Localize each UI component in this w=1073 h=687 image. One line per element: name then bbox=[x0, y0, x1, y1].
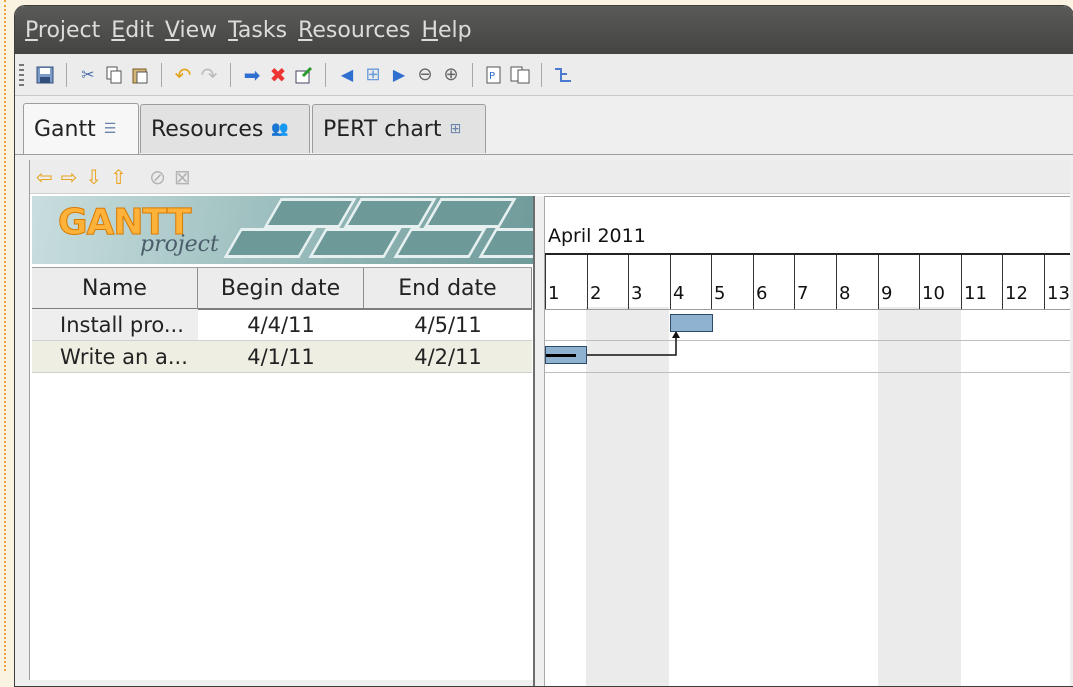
menu-view[interactable]: View bbox=[165, 18, 217, 43]
menu-help[interactable]: Help bbox=[421, 18, 471, 43]
task-end-cell[interactable]: 4/5/11 bbox=[364, 309, 532, 340]
pert-icon: ⊞ bbox=[449, 121, 462, 137]
logo-hex bbox=[343, 198, 437, 228]
copy-icon[interactable] bbox=[103, 64, 125, 86]
paste-icon[interactable] bbox=[129, 64, 151, 86]
save-icon[interactable] bbox=[34, 64, 56, 86]
menu-resources[interactable]: Resources bbox=[298, 18, 410, 43]
toolbar-separator bbox=[325, 62, 326, 87]
logo-hex bbox=[308, 228, 402, 258]
menu-bar: Project Edit View Tasks Resources Help bbox=[15, 6, 1073, 54]
tab-gantt-label: Gantt bbox=[34, 116, 96, 142]
tab-pert-label: PERT chart bbox=[323, 116, 442, 142]
column-begin-header[interactable]: Begin date bbox=[198, 268, 364, 308]
critical-path-icon[interactable] bbox=[552, 64, 574, 86]
logo-hex bbox=[263, 198, 357, 228]
gantt-content: ⇦ ⇨ ⇩ ⇧ ⊘ ⊠ GANTT project Name Begin dat… bbox=[29, 160, 1070, 686]
logo-hex bbox=[393, 228, 487, 258]
gantt-tree-icon: ☰ bbox=[103, 121, 117, 137]
menu-edit[interactable]: Edit bbox=[111, 18, 154, 43]
task-table-header: Name Begin date End date bbox=[32, 267, 532, 310]
toolbar-separator bbox=[161, 62, 162, 87]
tab-pert[interactable]: PERT chart ⊞ bbox=[312, 104, 486, 153]
toolbar-separator bbox=[541, 62, 542, 87]
zoom-in-icon[interactable]: ⊕ bbox=[440, 64, 462, 86]
indent-task-icon[interactable]: ⇨ bbox=[61, 167, 78, 187]
toolbar-separator bbox=[472, 62, 473, 87]
tab-gantt[interactable]: Gantt ☰ bbox=[23, 103, 139, 154]
view-tabs: Gantt ☰ Resources 👥 PERT chart ⊞ bbox=[15, 96, 1073, 155]
ganttproject-logo: GANTT project bbox=[32, 196, 535, 264]
main-toolbar: ✂ ↶ ↷ ➡ ✖ ◀ ⊞ ▶ ⊖ ⊕ P bbox=[15, 54, 1073, 96]
people-icon: 👥 bbox=[271, 121, 289, 137]
import-icon[interactable] bbox=[509, 64, 531, 86]
delete-icon[interactable]: ✖ bbox=[267, 63, 289, 87]
indent-icon[interactable]: ➡ bbox=[241, 63, 263, 87]
redo-icon[interactable]: ↷ bbox=[198, 63, 220, 87]
menu-tasks[interactable]: Tasks bbox=[228, 18, 287, 43]
zoom-fit-icon[interactable]: ⊞ bbox=[362, 64, 384, 86]
scroll-left-icon[interactable]: ◀ bbox=[336, 64, 358, 86]
app-window: Project Edit View Tasks Resources Help ✂… bbox=[14, 5, 1073, 687]
desktop-edge bbox=[0, 0, 6, 671]
logo-hex bbox=[223, 228, 317, 258]
gantt-chart-area[interactable]: April 2011 1 2 3 4 5 6 7 8 9 10 11 12 13 bbox=[545, 196, 1070, 686]
print-preview-icon[interactable]: P bbox=[483, 64, 505, 86]
move-up-icon[interactable]: ⇧ bbox=[110, 167, 127, 187]
zoom-out-icon[interactable]: ⊖ bbox=[414, 64, 436, 86]
unindent-icon[interactable]: ⇦ bbox=[36, 167, 53, 187]
tab-resources[interactable]: Resources 👥 bbox=[140, 104, 310, 153]
column-end-header[interactable]: End date bbox=[364, 268, 532, 308]
move-down-icon[interactable]: ⇩ bbox=[86, 167, 103, 187]
toolbar-separator bbox=[66, 62, 67, 87]
tab-resources-label: Resources bbox=[151, 116, 264, 142]
undo-icon[interactable]: ↶ bbox=[172, 63, 194, 87]
toolbar-separator bbox=[230, 62, 231, 87]
cut-icon[interactable]: ✂ bbox=[77, 64, 99, 86]
link-icon[interactable]: ⊘ bbox=[149, 167, 166, 187]
table-row[interactable]: Write an a... 4/1/11 4/2/11 bbox=[32, 341, 532, 373]
properties-icon[interactable] bbox=[293, 64, 315, 86]
task-toolbar: ⇦ ⇨ ⇩ ⇧ ⊘ ⊠ bbox=[30, 160, 1070, 194]
task-name-cell[interactable]: Write an a... bbox=[32, 341, 198, 372]
logo-hex bbox=[423, 198, 517, 228]
scroll-right-icon[interactable]: ▶ bbox=[388, 64, 410, 86]
task-end-cell[interactable]: 4/2/11 bbox=[364, 341, 532, 372]
task-begin-cell[interactable]: 4/1/11 bbox=[198, 341, 364, 372]
table-row[interactable]: Install pro... 4/4/11 4/5/11 bbox=[32, 309, 532, 341]
task-begin-cell[interactable]: 4/4/11 bbox=[198, 309, 364, 340]
toolbar-grip[interactable] bbox=[19, 63, 24, 86]
menu-project[interactable]: Project bbox=[25, 18, 100, 43]
column-name-header[interactable]: Name bbox=[32, 268, 198, 308]
unlink-icon[interactable]: ⊠ bbox=[174, 167, 191, 187]
pane-splitter[interactable] bbox=[533, 196, 545, 686]
logo-hex bbox=[478, 228, 535, 258]
svg-text:P: P bbox=[489, 71, 495, 82]
task-name-cell[interactable]: Install pro... bbox=[32, 309, 198, 340]
dependency-arrow bbox=[587, 331, 680, 356]
logo-subtitle: project bbox=[140, 232, 219, 257]
